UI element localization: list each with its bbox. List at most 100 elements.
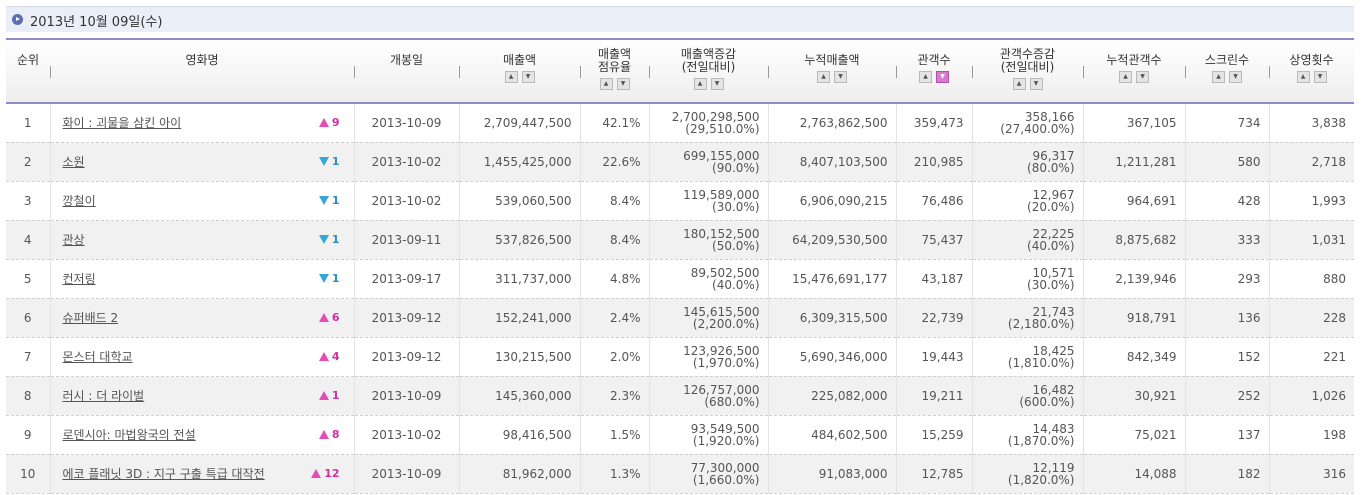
box-office-table: 순위 영화명 개봉일 매출액 ▲ ▼ 매출액 점유율 ▲ ▼ 매출액증감 (전일대비…: [6, 38, 1354, 494]
movie-title-link[interactable]: 로덴시아: 마법왕국의 전설: [63, 428, 196, 442]
col-audience-label: 관객수: [917, 53, 951, 67]
sort-desc-icon[interactable]: ▼: [834, 70, 847, 83]
sales-change-value: 145,615,500: [683, 304, 760, 319]
sales-change-pct: (1,970.0%): [692, 355, 760, 370]
movie-cell: 슈퍼배드 2 6: [50, 298, 355, 338]
sales-change-value: 123,926,500: [683, 343, 760, 358]
table-row: 6 슈퍼배드 2 6 2013-09-12 152,241,000 2.4% 14…: [6, 298, 1354, 338]
aud-change-cell: 22,225 (40.0%): [972, 220, 1084, 260]
cum-audience-cell: 75,021: [1083, 415, 1186, 455]
sort-asc-icon[interactable]: ▲: [1296, 70, 1310, 83]
col-audience: 관객수 ▲ ▼: [896, 38, 972, 104]
movie-title-link[interactable]: 슈퍼배드 2: [63, 311, 119, 325]
sort-asc-icon[interactable]: ▲: [1119, 70, 1132, 83]
cum-audience-cell: 2,139,946: [1083, 259, 1186, 299]
rank-change-value: 6: [331, 310, 340, 324]
cum-audience-cell: 14,088: [1083, 454, 1186, 494]
sort-desc-icon[interactable]: ▼: [616, 77, 630, 90]
col-sales-label: 매출액: [502, 53, 537, 67]
movie-title-link[interactable]: 몬스터 대학교: [63, 350, 133, 364]
cum-sales-cell: 5,690,346,000: [768, 337, 897, 377]
rank-up-icon: [318, 313, 329, 322]
rank-change: 9: [318, 116, 340, 129]
rank-up-icon: [318, 352, 329, 361]
sort-desc-icon[interactable]: ▼: [1229, 70, 1242, 83]
sort-desc-active-icon[interactable]: ▼: [936, 70, 949, 83]
table-row: 8 러시 : 더 라이벌 1 2013-10-09 145,360,000 2.3…: [6, 376, 1354, 416]
rank-cell: 4: [6, 220, 51, 260]
sort-desc-icon[interactable]: ▼: [1136, 70, 1149, 83]
cum-audience-cell: 30,921: [1083, 376, 1186, 416]
audience-cell: 19,211: [896, 376, 973, 416]
movie-cell: 로덴시아: 마법왕국의 전설 8: [50, 415, 355, 455]
audience-cell: 22,739: [896, 298, 973, 338]
movie-cell: 에코 플래닛 3D : 지구 구출 특급 대작전 12: [50, 454, 355, 494]
table-row: 2 소원 1 2013-10-02 1,455,425,000 22.6% 699…: [6, 142, 1354, 182]
table-row: 9 로덴시아: 마법왕국의 전설 8 2013-10-02 98,416,500 …: [6, 415, 1354, 455]
release-cell: 2013-10-02: [354, 181, 460, 221]
screens-cell: 580: [1185, 142, 1270, 182]
movie-title-link[interactable]: 관상: [63, 233, 85, 247]
sales-change-pct: (40.0%): [712, 277, 760, 292]
sales-change-cell: 126,757,000 (680.0%): [649, 376, 769, 416]
sales-change-pct: (50.0%): [712, 238, 760, 253]
shows-cell: 880: [1269, 259, 1354, 299]
movie-title-link[interactable]: 화이 : 괴물을 삼킨 아이: [63, 116, 182, 130]
col-sales-change-label-2: (전일대비): [681, 60, 736, 74]
sort-asc-icon[interactable]: ▲: [1012, 77, 1026, 90]
sales-change-cell: 145,615,500 (2,200.0%): [649, 298, 769, 338]
date-label: 2013년 10월 09일(수): [30, 15, 163, 30]
sort-desc-icon[interactable]: ▼: [710, 77, 724, 90]
sales-change-cell: 180,152,500 (50.0%): [649, 220, 769, 260]
col-shows: 상영횟수 ▲ ▼: [1269, 38, 1354, 104]
release-cell: 2013-10-02: [354, 415, 460, 455]
rank-change: 1: [318, 193, 340, 207]
col-shows-label: 상영횟수: [1289, 53, 1334, 67]
aud-change-value: 22,225: [1032, 226, 1075, 241]
screens-cell: 137: [1185, 415, 1270, 455]
table-row: 5 컨저링 1 2013-09-17 311,737,000 4.8% 89,50…: [6, 259, 1354, 299]
sales-change-value: 89,502,500: [690, 265, 760, 280]
movie-title-link[interactable]: 소원: [63, 155, 85, 169]
rank-change: 1: [318, 389, 340, 402]
sort-asc-icon[interactable]: ▲: [504, 70, 518, 83]
sort-asc-icon[interactable]: ▲: [599, 77, 613, 90]
cum-audience-cell: 842,349: [1083, 337, 1186, 377]
rank-down-icon: [318, 196, 329, 205]
sort-desc-icon[interactable]: ▼: [521, 70, 535, 83]
sales-change-cell: 93,549,500 (1,920.0%): [649, 415, 769, 455]
sort-asc-icon[interactable]: ▲: [1212, 70, 1225, 83]
sales-cell: 145,360,000: [459, 376, 581, 416]
rank-change-value: 1: [331, 154, 340, 168]
sort-desc-icon[interactable]: ▼: [1029, 77, 1043, 90]
movie-title-link[interactable]: 러시 : 더 라이벌: [63, 389, 145, 403]
audience-cell: 75,437: [896, 220, 973, 260]
movie-title-link[interactable]: 컨저링: [63, 272, 96, 286]
audience-cell: 15,259: [896, 415, 973, 455]
sales-change-pct: (90.0%): [712, 160, 760, 175]
cum-audience-cell: 1,211,281: [1083, 142, 1186, 182]
rank-change: 8: [318, 428, 340, 441]
col-audience-change: 관객수증감 (전일대비) ▲ ▼: [972, 38, 1083, 104]
share-cell: 8.4%: [580, 220, 650, 260]
col-share: 매출액 점유율 ▲ ▼: [580, 38, 649, 104]
sort-asc-icon[interactable]: ▲: [817, 70, 830, 83]
aud-change-cell: 12,967 (20.0%): [972, 181, 1084, 221]
sort-desc-icon[interactable]: ▼: [1313, 70, 1327, 83]
movie-title-link[interactable]: 깡철이: [63, 194, 96, 208]
aud-change-pct: (40.0%): [1027, 238, 1075, 253]
rank-change-value: 1: [331, 193, 340, 207]
sort-asc-icon[interactable]: ▲: [919, 70, 932, 83]
sort-asc-icon[interactable]: ▲: [693, 77, 707, 90]
share-cell: 4.8%: [580, 259, 650, 299]
sales-cell: 152,241,000: [459, 298, 581, 338]
bullet-arrow-icon: [12, 14, 23, 25]
aud-change-cell: 358,166 (27,400.0%): [972, 103, 1084, 143]
movie-title-link[interactable]: 에코 플래닛 3D : 지구 구출 특급 대작전: [63, 467, 265, 481]
shows-cell: 316: [1269, 454, 1354, 494]
shows-cell: 228: [1269, 298, 1354, 338]
share-cell: 1.3%: [580, 454, 650, 494]
cum-sales-cell: 484,602,500: [768, 415, 897, 455]
shows-cell: 1,026: [1269, 376, 1354, 416]
sales-cell: 1,455,425,000: [459, 142, 581, 182]
